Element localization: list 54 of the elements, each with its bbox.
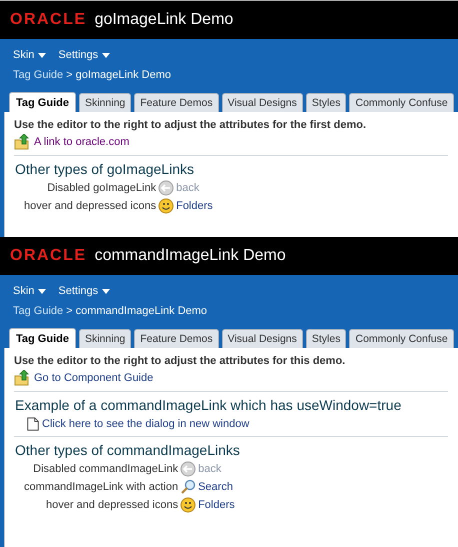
tab[interactable]: Visual Designs — [222, 93, 303, 112]
menu-button[interactable]: Skin — [13, 49, 46, 61]
link[interactable]: Go to Component Guide — [34, 372, 154, 384]
tab[interactable]: Feature Demos — [134, 93, 219, 112]
menu-button[interactable]: Skin — [13, 285, 46, 297]
row-label: Disabled commandImageLink — [32, 462, 178, 477]
link: back — [176, 182, 200, 194]
folder-arrow-icon — [14, 370, 30, 386]
row-label: Disabled goImageLink — [46, 181, 156, 196]
breadcrumb-item[interactable]: Tag Guide — [13, 305, 64, 317]
instruction-text: Use the editor to the right to adjust the attributes for the first demo. — [14, 118, 368, 133]
page-title: commandImageLink Demo — [94, 247, 286, 265]
caret-icon — [38, 288, 46, 294]
search-icon — [180, 479, 196, 495]
menu-button[interactable]: Settings — [58, 285, 110, 297]
tab[interactable]: Commonly Confuse — [349, 93, 454, 112]
row-label: hover and depressed icons — [24, 199, 156, 214]
row-label: commandImageLink with action — [24, 480, 178, 495]
caret-icon — [38, 52, 46, 58]
page-icon — [26, 416, 40, 432]
folder-arrow-icon — [14, 134, 30, 150]
link[interactable]: Click here to see the dialog in new window — [42, 418, 250, 430]
breadcrumb-item: goImageLink Demo — [76, 69, 171, 81]
breadcrumb-separator: > — [66, 305, 73, 317]
page-title: goImageLink Demo — [94, 11, 234, 29]
breadcrumb-item: commandImageLink Demo — [76, 305, 208, 317]
breadcrumb-separator: > — [66, 69, 73, 81]
tab[interactable]: Skinning — [78, 93, 132, 112]
link[interactable]: Folders — [198, 499, 235, 511]
instruction-text: Use the editor to the right to adjust the attributes for this demo. — [14, 354, 346, 369]
tab[interactable]: Visual Designs — [222, 329, 303, 348]
section-heading: Example of a commandImageLink which has useWindow=true — [14, 396, 402, 415]
smiley-icon — [180, 497, 196, 513]
oracle-logo: ORACLE — [10, 11, 87, 29]
tab[interactable]: Commonly Confuse — [349, 329, 454, 348]
tab[interactable]: Styles — [306, 329, 346, 348]
tab[interactable]: Styles — [306, 93, 346, 112]
caret-icon — [102, 288, 110, 294]
link[interactable]: A link to oracle.com — [34, 136, 130, 148]
link: back — [198, 463, 222, 475]
link[interactable]: Search — [198, 481, 233, 493]
row-label: hover and depressed icons — [44, 498, 178, 513]
smiley-icon — [158, 198, 174, 214]
menu-button[interactable]: Settings — [58, 49, 110, 61]
tab[interactable]: Feature Demos — [134, 329, 219, 348]
section-heading: Other types of goImageLinks — [14, 160, 195, 179]
tab[interactable]: Tag Guide — [9, 92, 76, 112]
tab[interactable]: Skinning — [78, 329, 132, 348]
tab[interactable]: Tag Guide — [9, 328, 76, 348]
section-heading: Other types of commandImageLinks — [14, 441, 241, 460]
breadcrumb-item[interactable]: Tag Guide — [13, 69, 64, 81]
caret-icon — [102, 52, 110, 58]
link[interactable]: Folders — [176, 200, 213, 212]
oracle-logo: ORACLE — [10, 247, 87, 265]
